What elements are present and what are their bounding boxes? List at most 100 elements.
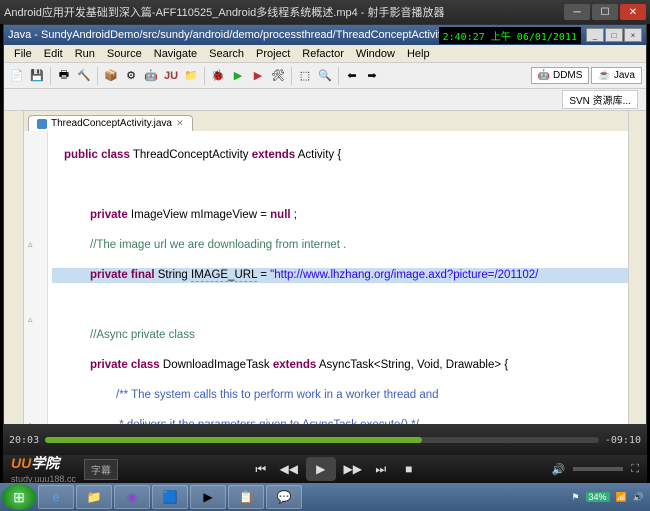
tab-label: ThreadConceptActivity.java [51,118,172,129]
taskbar-app-icon[interactable]: 🟦 [152,485,188,509]
override-marker-icon: ▵ [28,239,40,249]
stop-icon[interactable]: ■ [398,458,420,480]
menu-window[interactable]: Window [350,48,401,60]
playback-controls: ⏮ ◀◀ ▶ ▶▶ ⏭ ■ [250,457,420,481]
menu-project[interactable]: Project [250,48,296,60]
maximize-button[interactable]: ☐ [592,4,618,20]
override-marker-icon: ▵ [28,419,40,424]
video-progress-bar: 20:03 -09:10 [3,425,647,455]
volume-icon[interactable]: 🔊 [552,463,566,476]
menu-help[interactable]: Help [401,48,436,60]
close-button[interactable]: ✕ [620,4,646,20]
debug-icon[interactable]: 🐞 [209,67,227,85]
tray-sound-icon[interactable]: 🔊 [633,492,644,503]
menu-file[interactable]: File [8,48,38,60]
start-button[interactable]: ⊞ [2,484,36,510]
taskbar-player-icon[interactable]: ▶ [190,485,226,509]
run-icon[interactable]: ▶ [229,67,247,85]
volume-slider[interactable] [573,467,623,471]
separator [97,67,98,85]
taskbar-app3-icon[interactable]: 💬 [266,485,302,509]
fullscreen-icon[interactable]: ⛶ [631,463,639,476]
taskbar-eclipse-icon[interactable]: ◉ [114,485,150,509]
editor-tab-active[interactable]: ThreadConceptActivity.java ✕ [28,115,193,131]
battery-indicator[interactable]: 34% [586,492,610,502]
tray-network-icon[interactable]: 📶 [616,492,627,503]
eclipse-maximize-button[interactable]: □ [605,28,623,42]
separator [50,67,51,85]
editor-tabs: ThreadConceptActivity.java ✕ [24,111,628,131]
eclipse-toolbar-row2: SVN 资源库... [4,89,646,111]
video-title: Android应用开发基础到深入篇-AFF110525_Android多线程系统… [4,4,562,20]
eclipse-titlebar: Java - SundyAndroidDemo/src/sundy/androi… [4,25,646,45]
menu-edit[interactable]: Edit [38,48,69,60]
java-icon: ☕ [598,70,610,81]
nav-icon[interactable]: ⬚ [296,67,314,85]
print-icon[interactable]: 🖶 [55,67,73,85]
eclipse-body: ThreadConceptActivity.java ✕ ▵ ▵ ▵ publi… [4,111,646,424]
eclipse-right-trim [628,111,646,424]
svn-repo-button[interactable]: SVN 资源库... [562,90,638,109]
separator [338,67,339,85]
override-marker-icon: ▵ [28,314,40,324]
subtitle-button[interactable]: 字幕 [84,459,118,480]
play-button[interactable]: ▶ [306,457,336,481]
eclipse-close-button[interactable]: × [624,28,642,42]
package-icon[interactable]: 📦 [102,67,120,85]
progress-fill [45,437,422,443]
tools-icon[interactable]: 🛠 [269,67,287,85]
code-gutter: ▵ ▵ ▵ [24,131,48,424]
windows-taskbar: ⊞ e 📁 ◉ 🟦 ▶ 📋 💬 ⚑ 34% 📶 🔊 [0,483,650,511]
tab-close-icon[interactable]: ✕ [176,118,184,129]
eclipse-menubar: File Edit Run Source Navigate Search Pro… [4,45,646,63]
editor-area: ThreadConceptActivity.java ✕ ▵ ▵ ▵ publi… [24,111,628,424]
time-elapsed: 20:03 [9,435,39,446]
junit-icon[interactable]: JU [162,67,180,85]
prev-track-icon[interactable]: ⏮ [250,458,272,480]
eclipse-toolbar: 📄 💾 🖶 🔨 📦 ⚙ 🤖 JU 📁 🐞 ▶ ▶ 🛠 ⬚ 🔍 ⬅ ➡ 🤖DDMS… [4,63,646,89]
ddms-icon: 🤖 [538,70,550,81]
taskbar-explorer-icon[interactable]: 📁 [76,485,112,509]
tray-flag-icon[interactable]: ⚑ [571,492,579,503]
progress-track[interactable] [45,437,599,443]
perspective-java[interactable]: ☕Java [591,67,642,84]
forward-icon[interactable]: ➡ [363,67,381,85]
java-file-icon [37,119,47,129]
system-tray: ⚑ 34% 📶 🔊 [571,492,648,503]
next-track-icon[interactable]: ⏭ [370,458,392,480]
code-content: public class ThreadConceptActivity exten… [52,133,628,424]
search-icon[interactable]: 🔍 [316,67,334,85]
menu-run[interactable]: Run [69,48,101,60]
android-icon[interactable]: 🤖 [142,67,160,85]
forward-icon[interactable]: ▶▶ [342,458,364,480]
time-remaining: -09:10 [605,435,641,446]
eclipse-window: Java - SundyAndroidDemo/src/sundy/androi… [3,24,647,425]
run-external-icon[interactable]: ▶ [249,67,267,85]
perspective-switcher: 🤖DDMS ☕Java [531,67,642,84]
eclipse-minimize-button[interactable]: _ [586,28,604,42]
new-icon[interactable]: 📄 [8,67,26,85]
menu-source[interactable]: Source [101,48,148,60]
video-player-titlebar: Android应用开发基础到深入篇-AFF110525_Android多线程系统… [0,0,650,24]
menu-search[interactable]: Search [203,48,250,60]
player-logo: UU学院 study.uuu188.cc [11,453,76,485]
gear-icon[interactable]: ⚙ [122,67,140,85]
folder-icon[interactable]: 📁 [182,67,200,85]
back-icon[interactable]: ⬅ [343,67,361,85]
video-controls: UU学院 study.uuu188.cc 字幕 ⏮ ◀◀ ▶ ▶▶ ⏭ ■ 🔊 … [3,455,647,483]
taskbar-ie-icon[interactable]: e [38,485,74,509]
save-icon[interactable]: 💾 [28,67,46,85]
minimize-button[interactable]: ─ [564,4,590,20]
taskbar-app2-icon[interactable]: 📋 [228,485,264,509]
separator [291,67,292,85]
build-icon[interactable]: 🔨 [75,67,93,85]
rewind-icon[interactable]: ◀◀ [278,458,300,480]
menu-refactor[interactable]: Refactor [296,48,350,60]
clock-overlay: 2:40:27 上午 06/01/2011 [439,27,581,44]
menu-navigate[interactable]: Navigate [148,48,203,60]
separator [204,67,205,85]
perspective-ddms[interactable]: 🤖DDMS [531,67,590,84]
eclipse-left-trim [4,111,24,424]
eclipse-title-text: Java - SundyAndroidDemo/src/sundy/androi… [8,29,439,41]
code-editor[interactable]: ▵ ▵ ▵ public class ThreadConceptActivity… [24,131,628,424]
